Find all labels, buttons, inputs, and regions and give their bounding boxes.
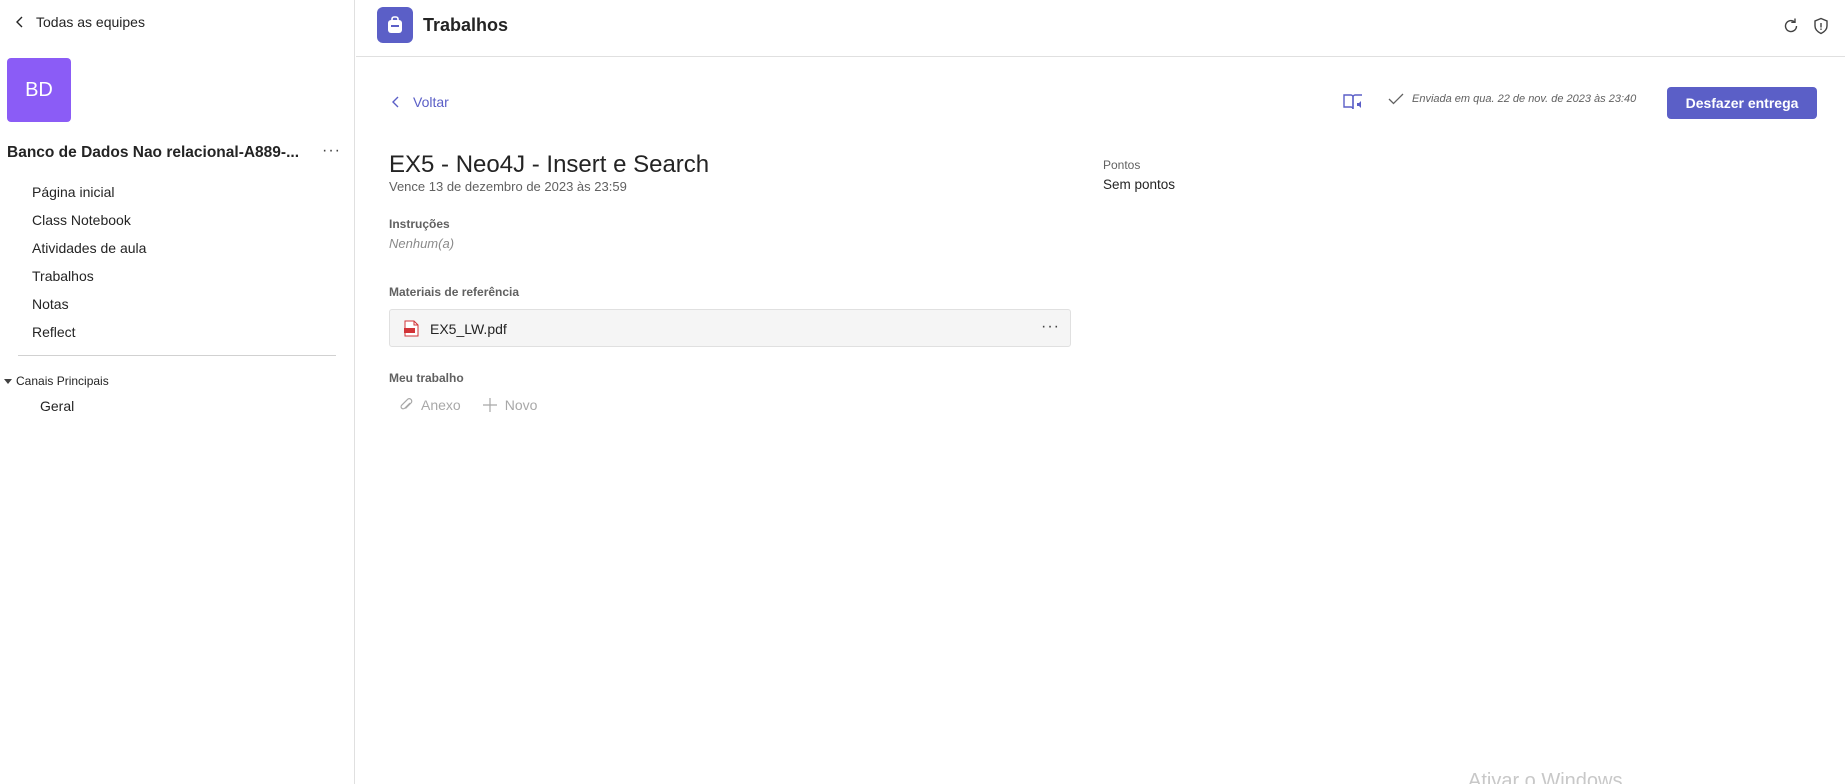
- assignment-title: EX5 - Neo4J - Insert e Search: [389, 151, 710, 178]
- undo-turn-in-button[interactable]: Desfazer entrega: [1667, 87, 1817, 119]
- back-label: Voltar: [413, 94, 449, 110]
- submission-status-text: Enviada em qua. 22 de nov. de 2023 às 23…: [1412, 93, 1637, 105]
- sidebar-item-class-activities[interactable]: Atividades de aula: [32, 238, 146, 266]
- channels-section-toggle[interactable]: Canais Principais: [4, 374, 109, 388]
- team-avatar: BD: [7, 58, 71, 122]
- chevron-left-icon: [16, 16, 23, 28]
- points-label: Pontos: [1103, 158, 1141, 172]
- instructions-label: Instruções: [389, 217, 450, 231]
- team-name: Banco de Dados Nao relacional-A889-...: [7, 144, 300, 161]
- all-teams-label: Todas as equipes: [36, 14, 145, 30]
- sidebar-item-assignments[interactable]: Trabalhos: [32, 266, 146, 294]
- refresh-icon[interactable]: [1781, 16, 1801, 36]
- reference-file-card[interactable]: EX5_LW.pdf ···: [389, 309, 1071, 347]
- points-value: Sem pontos: [1103, 177, 1176, 192]
- reference-materials-label: Materiais de referência: [389, 285, 520, 299]
- due-date: Vence 13 de dezembro de 2023 às 23:59: [389, 179, 627, 194]
- team-sidebar: Todas as equipes BD Banco de Dados Nao r…: [0, 0, 355, 784]
- caret-down-icon: [4, 378, 12, 384]
- sidebar-item-class-notebook[interactable]: Class Notebook: [32, 210, 146, 238]
- app-header: Trabalhos: [356, 0, 1845, 57]
- attach-button[interactable]: Anexo: [399, 397, 461, 413]
- assignment-detail: Voltar Enviada em qua. 22 de nov. de 202…: [356, 58, 1845, 784]
- plus-icon: [482, 398, 497, 412]
- submission-status: Enviada em qua. 22 de nov. de 2023 às 23…: [1388, 93, 1636, 105]
- sidebar-divider: [18, 355, 336, 356]
- assignments-app-icon: [377, 7, 413, 43]
- file-more-options-button[interactable]: ···: [1041, 318, 1060, 336]
- paperclip-icon: [400, 398, 413, 410]
- sidebar-item-reflect[interactable]: Reflect: [32, 322, 146, 350]
- pdf-file-icon: [404, 320, 419, 337]
- reference-file-name: EX5_LW.pdf: [430, 321, 507, 337]
- instructions-value: Nenhum(a): [389, 236, 455, 251]
- sidebar-item-home[interactable]: Página inicial: [32, 182, 146, 210]
- back-button[interactable]: Voltar: [391, 94, 449, 110]
- immersive-reader-icon[interactable]: [1342, 92, 1364, 112]
- shield-icon[interactable]: [1811, 16, 1831, 36]
- team-nav-list: Página inicial Class Notebook Atividades…: [32, 182, 146, 350]
- attach-label: Anexo: [421, 397, 461, 413]
- checkmark-icon: [1388, 93, 1404, 105]
- my-work-actions: Anexo Novo: [399, 397, 537, 413]
- new-label: Novo: [504, 397, 538, 413]
- chevron-left-icon: [392, 96, 399, 108]
- team-more-options-button[interactable]: ···: [322, 142, 341, 160]
- sidebar-item-grades[interactable]: Notas: [32, 294, 146, 322]
- app-title: Trabalhos: [423, 15, 509, 35]
- channel-item-general[interactable]: Geral: [40, 398, 74, 414]
- my-work-label: Meu trabalho: [389, 371, 464, 385]
- all-teams-back-link[interactable]: Todas as equipes: [14, 12, 145, 32]
- channels-header-label: Canais Principais: [16, 374, 109, 388]
- windows-activation-watermark: Ativar o Windows: [1468, 770, 1623, 784]
- new-button[interactable]: Novo: [482, 397, 538, 413]
